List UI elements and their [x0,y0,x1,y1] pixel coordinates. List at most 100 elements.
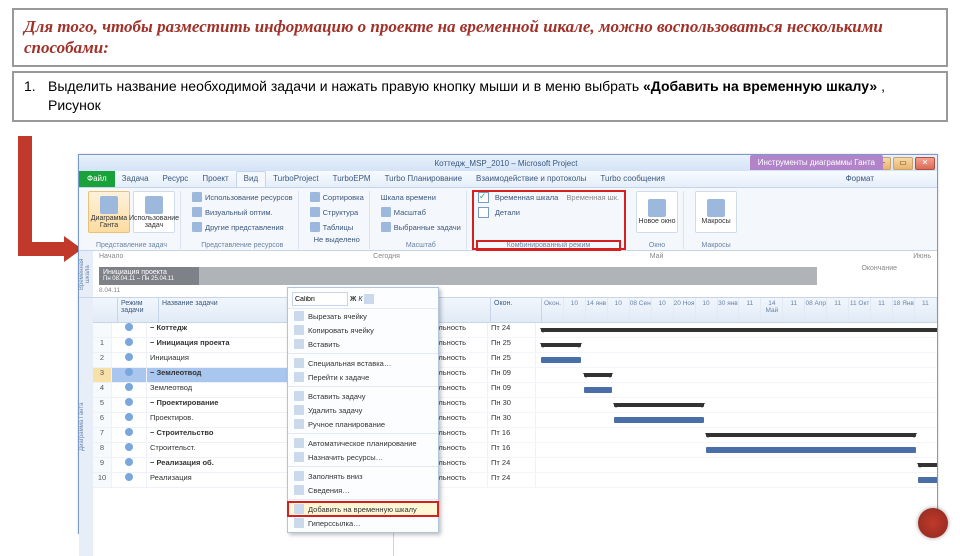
context-menu-item[interactable]: Ручное планирование [288,417,438,431]
bold-icon[interactable]: Ж [350,296,356,303]
timescale-button[interactable]: Шкала времени [381,191,436,203]
timeline-bar[interactable]: Инициация проекта Пн 08.04.11 – Пн 25.04… [99,267,817,285]
context-menu-item[interactable]: Сведения… [288,483,438,497]
group-label: Представление ресурсов [192,242,293,249]
gantt-row[interactable]: Фикс. длительностьПт 24 [394,323,937,338]
menu-item-icon [294,471,304,481]
new-window-button[interactable]: Новое окно [636,191,678,233]
context-menu-item[interactable]: Добавить на временную шкалу [288,502,438,516]
gantt-row[interactable]: Фикс. длительностьПт 24 [394,458,937,473]
context-menu-item[interactable]: Заполнять вниз [288,469,438,483]
contextual-tab[interactable]: Инструменты диаграммы Ганта [750,155,883,170]
close-button[interactable]: ✕ [915,157,935,170]
task-usage-button[interactable]: Использование задач [133,191,175,233]
gantt-side-label: Диаграмма Ганта [79,298,93,556]
menu-turbo планирование[interactable]: Turbo Планирование [378,171,469,187]
selected-tasks-button[interactable]: Выбранные задачи [381,221,461,233]
gantt-row[interactable]: Фикс. длительностьПт 24 [394,473,937,488]
maximize-button[interactable]: ▭ [893,157,913,170]
gantt-row[interactable]: Фикс. длительностьПт 16 [394,443,937,458]
gantt-row[interactable]: Фикс. длительностьПн 25 [394,353,937,368]
context-menu-item[interactable]: Гиперссылка… [288,516,438,530]
menu-bar: Файл ЗадачаРесурсПроектВидTurboProjectTu… [79,171,937,188]
team-planner-button[interactable]: Визуальный оптим. [192,206,273,218]
context-menu-item[interactable]: Вырезать ячейку [288,309,438,323]
timeline-pane: Временная шкала Начало Сегодня Май Июнь … [79,251,937,298]
macros-button[interactable]: Макросы [695,191,737,233]
menu-turboproject[interactable]: TurboProject [266,171,326,187]
gantt-row[interactable]: Фикс. длительностьПн 25 [394,338,937,353]
pointer-arrow [18,136,78,296]
gantt-row[interactable]: Фикс. длительностьПн 30 [394,413,937,428]
tl-end-label: Окончание [861,265,897,272]
menu-item-icon [294,358,304,368]
tl-label: Начало [99,253,123,260]
context-menu-item[interactable]: Назначить ресурсы… [288,450,438,464]
menu-взаимодействие и протоколы[interactable]: Взаимодействие и протоколы [469,171,593,187]
context-menu-item[interactable]: Вставить задачу [288,389,438,403]
menu-вид[interactable]: Вид [236,171,266,187]
timeline-side-label: Временная шкала [79,251,93,297]
date-cell: 11 [827,298,849,322]
highlight-filter[interactable]: Не выделено [314,233,360,245]
font-input[interactable] [292,292,348,306]
intro-text-a: Выделить название необходимой задачи и н… [48,78,643,94]
menu-item-icon [294,391,304,401]
format-tab[interactable]: Формат [839,171,881,187]
group-label: Окно [636,242,678,249]
other-views-button[interactable]: Другие представления [192,221,284,233]
menu-item-icon [294,405,304,415]
tl-label: Май [650,253,664,260]
menu-задача[interactable]: Задача [115,171,156,187]
date-cell: 11 [783,298,805,322]
sort-button[interactable]: Сортировка [310,191,364,203]
date-cell: Окон. [542,298,564,322]
menu-item-icon [294,372,304,382]
date-cell: 11 [915,298,937,322]
gantt-view-button[interactable]: Диаграмма Ганта [88,191,130,233]
gantt-row[interactable]: Фикс. длительностьПн 09 [394,368,937,383]
zoom-button[interactable]: Масштаб [381,206,426,218]
menu-item-icon [294,325,304,335]
context-menu-item[interactable]: Копировать ячейку [288,323,438,337]
gantt-row[interactable]: Фикс. длительностьПн 09 [394,383,937,398]
timeline-checkbox[interactable]: Временная шкала Временная шк. [478,191,619,203]
menu-turboepm[interactable]: TurboEPM [326,171,378,187]
date-cell: 08 Апр [805,298,827,322]
col-mode[interactable]: Режим задачи [118,298,159,322]
ribbon: Диаграмма Ганта Использование задач Пред… [79,188,937,251]
date-cell: 10 [608,298,630,322]
details-checkbox[interactable]: Детали [478,206,520,218]
resource-usage-button[interactable]: Использование ресурсов [192,191,293,203]
context-menu-item[interactable]: Вставить [288,337,438,351]
menu-item-icon [294,438,304,448]
intro-text-bold: «Добавить на временную шкалу» [643,78,877,94]
menu-item-icon [294,339,304,349]
context-menu[interactable]: Ж К Вырезать ячейкуКопировать ячейкуВста… [287,287,439,533]
col-finish[interactable]: Окон. [491,298,542,322]
timeline-block[interactable]: Инициация проекта Пн 08.04.11 – Пн 25.04… [99,267,199,285]
date-cell: 11 [739,298,761,322]
context-menu-item[interactable]: Специальная вставка… [288,356,438,370]
outline-button[interactable]: Структура [310,206,359,218]
menu-проект[interactable]: Проект [195,171,235,187]
italic-icon[interactable]: К [358,296,362,303]
date-cell: 10 [564,298,586,322]
gantt-row[interactable]: Фикс. длительностьПт 16 [394,428,937,443]
gantt-row[interactable]: Фикс. длительностьПн 30 [394,398,937,413]
menu-turbo сообщения[interactable]: Turbo сообщения [593,171,672,187]
link-icon[interactable] [364,294,374,304]
tables-button[interactable]: Таблицы [310,221,354,233]
mini-toolbar[interactable]: Ж К [288,290,438,309]
date-cell: 30 янв [718,298,740,322]
context-menu-item[interactable]: Автоматическое планирование [288,436,438,450]
tl-label: Июнь [913,253,931,260]
menu-ресурс[interactable]: Ресурс [156,171,196,187]
file-tab[interactable]: Файл [79,171,115,187]
date-cell: 10 [696,298,718,322]
gantt-chart[interactable]: Тип Окон. Окон.1014 янв1008 Сен1020 Ноя1… [394,298,937,556]
menu-item-icon [294,452,304,462]
context-menu-item[interactable]: Удалить задачу [288,403,438,417]
context-menu-item[interactable]: Перейти к задаче [288,370,438,384]
date-cell: 11 [871,298,893,322]
